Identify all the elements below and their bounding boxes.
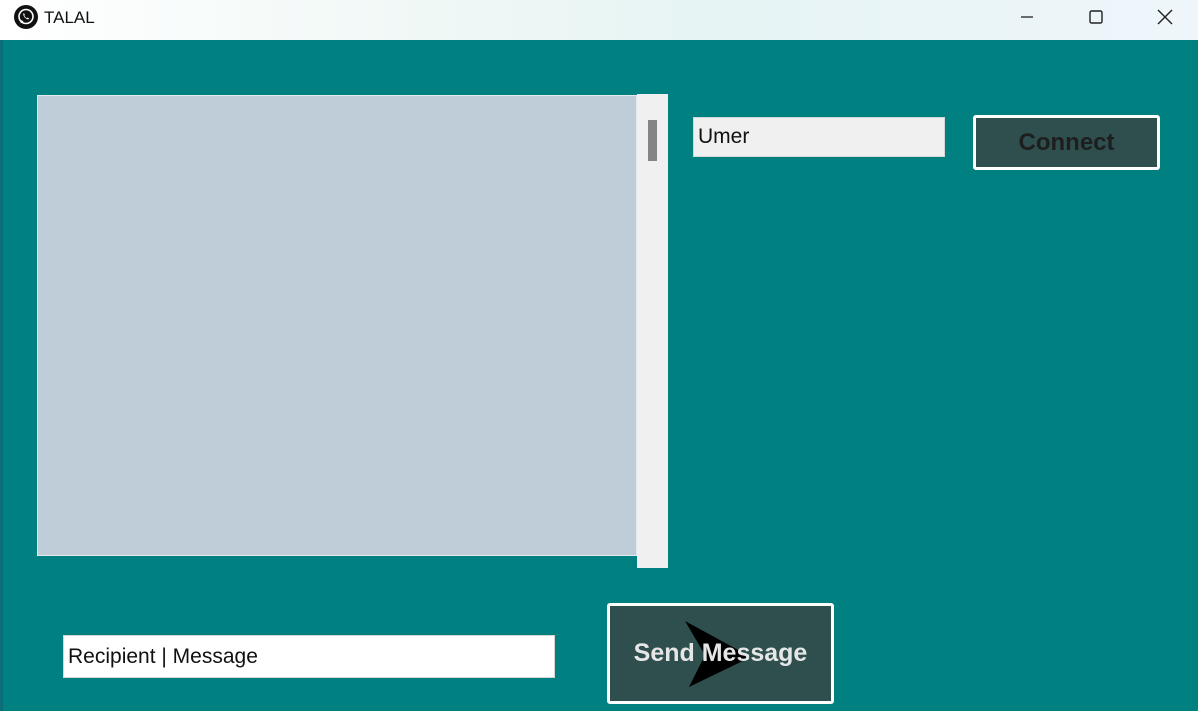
maximize-button[interactable] xyxy=(1062,0,1130,34)
app-window: TALAL Connect Send Messag xyxy=(0,0,1198,711)
send-message-button[interactable]: Send Message xyxy=(607,603,834,704)
window-title: TALAL xyxy=(44,8,95,27)
maximize-icon xyxy=(1089,10,1103,24)
minimize-button[interactable] xyxy=(993,0,1061,34)
title-bar[interactable]: TALAL xyxy=(0,0,1198,40)
minimize-icon xyxy=(1021,16,1033,18)
whatsapp-icon xyxy=(14,5,38,29)
chat-log[interactable] xyxy=(37,95,637,556)
chat-log-scrollbar[interactable] xyxy=(637,94,668,568)
scrollbar-thumb[interactable] xyxy=(648,120,657,161)
message-input[interactable] xyxy=(63,635,555,678)
connect-button[interactable]: Connect xyxy=(973,115,1160,170)
window-edge xyxy=(0,40,3,711)
close-icon xyxy=(1157,9,1173,25)
connect-button-label: Connect xyxy=(1018,128,1115,156)
send-message-label: Send Message xyxy=(633,639,808,667)
username-input[interactable] xyxy=(693,117,945,157)
close-button[interactable] xyxy=(1131,0,1198,34)
